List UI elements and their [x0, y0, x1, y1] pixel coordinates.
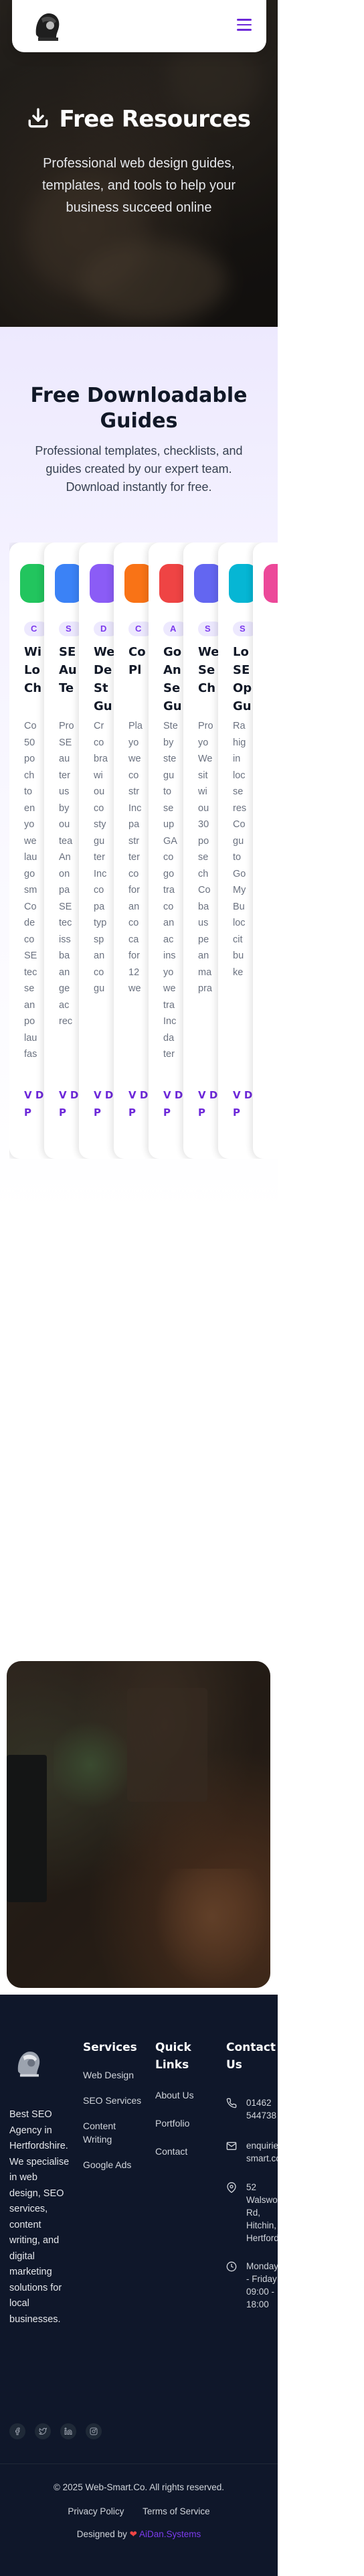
window-shape	[127, 1688, 207, 1802]
footer-link-contact[interactable]: Contact	[155, 2145, 209, 2158]
desk-shape	[154, 1869, 270, 1988]
clock-icon	[226, 2261, 237, 2272]
hamburger-menu-icon[interactable]	[237, 19, 252, 31]
footer-email-text: enquiries@web-smart.co	[246, 2141, 278, 2163]
site-header	[12, 0, 266, 52]
footer-contact-email[interactable]: enquiries@web-smart.co	[226, 2139, 278, 2167]
footer-link-seo-services[interactable]: SEO Services	[83, 2094, 145, 2107]
hero-title: Free Resources	[59, 106, 251, 133]
guide-card[interactable]	[253, 543, 278, 1159]
footer-address-text: 52 Walsworth Rd, Hitchin, Hertfordshire …	[246, 2182, 278, 2246]
guide-card-title: SE Au Te	[59, 645, 77, 695]
guide-card-download-link[interactable]: V D P	[198, 1086, 218, 1121]
guide-card-description: Pro SE au ter us by ou tea An on pa SE t…	[59, 721, 74, 1027]
privacy-policy-link[interactable]: Privacy Policy	[68, 2506, 124, 2516]
guide-card-title: Go An Se Gu	[163, 645, 182, 713]
footer-link-portfolio[interactable]: Portfolio	[155, 2117, 209, 2130]
footer-socials	[9, 2423, 102, 2439]
footer-designed-by: Designed by ❤ AiDan.Systems	[0, 2529, 278, 2540]
guide-card-icon-tile	[264, 564, 278, 603]
footer-link-about[interactable]: About Us	[155, 2088, 209, 2102]
guide-card-title: Wi Lo Ch	[24, 645, 42, 695]
download-icon	[27, 106, 50, 132]
guides-title: Free Downloadable Guides	[30, 384, 248, 433]
footer-contact-address: 52 Walsworth Rd, Hitchin, Hertfordshire …	[226, 2181, 278, 2248]
guide-card-title: We De St Gu	[94, 645, 115, 713]
facebook-icon[interactable]	[9, 2423, 25, 2439]
footer-hours-text: Monday - Friday 09:00 - 18:00	[246, 2261, 278, 2309]
heart-icon: ❤	[129, 2529, 137, 2539]
footer-quick-title: Quick Links	[155, 2041, 191, 2072]
guide-card-download-link[interactable]: V D P	[233, 1086, 253, 1121]
footer-contact-hours: Monday - Friday 09:00 - 18:00	[226, 2260, 278, 2313]
guide-card-title: We Se Ch	[198, 645, 219, 695]
linkedin-icon[interactable]	[60, 2423, 76, 2439]
monitor-shape	[7, 1755, 47, 1902]
guide-card-title: Lo SE Op Gu	[233, 645, 252, 713]
guide-card-download-link[interactable]: V D P	[94, 1086, 114, 1121]
guide-card-description: Ste by ste gu to se up GA co go tra co a…	[163, 721, 178, 1060]
guide-card-download-link[interactable]: V D P	[163, 1086, 183, 1121]
plant-shape	[54, 1715, 127, 1815]
instagram-icon[interactable]	[86, 2423, 102, 2439]
footer-legal: Privacy Policy Terms of Service	[0, 2506, 278, 2516]
footer-phone-text: 01462 544738	[246, 2098, 277, 2121]
footer-services-title: Services	[83, 2041, 137, 2054]
guide-card-description: Pro yo We sit wi ou 30 po se ch Co ba us…	[198, 721, 213, 994]
footer-logo[interactable]	[9, 2043, 48, 2082]
guide-card-download-link[interactable]: V D P	[59, 1086, 79, 1121]
site-footer: Best SEO Agency in Hertfordshire. We spe…	[0, 1995, 278, 2576]
footer-link-web-design[interactable]: Web Design	[83, 2068, 145, 2082]
terms-of-service-link[interactable]: Terms of Service	[143, 2506, 210, 2516]
guide-card-title: Co Pl	[128, 645, 146, 677]
site-logo[interactable]	[27, 4, 68, 46]
hero-content: Free Resources Professional web design g…	[0, 106, 278, 219]
footer-contact-phone[interactable]: 01462 544738	[226, 2096, 278, 2126]
footer-contact-title: Contact Us	[226, 2041, 276, 2072]
footer-about: Best SEO Agency in Hertfordshire. We spe…	[9, 2109, 70, 2325]
hero-bg-shape	[80, 241, 227, 321]
footer-copyright: © 2025 Web-Smart.Co. All rights reserved…	[53, 2482, 225, 2492]
footer-services: Services Web Design SEO Services Content…	[83, 2039, 145, 2171]
guide-card-download-link[interactable]: V D P	[128, 1086, 149, 1121]
guide-card-description: Co 50 po ch to en yo we lau go sm Co de …	[24, 721, 37, 1060]
designed-by-prefix: Designed by	[76, 2529, 127, 2539]
phone-icon	[226, 2098, 237, 2108]
designer-link[interactable]: AiDan.Systems	[139, 2529, 201, 2539]
footer-quick-links: Quick Links About Us Portfolio Contact	[155, 2039, 209, 2158]
twitter-icon[interactable]	[35, 2423, 51, 2439]
footer-contact: Contact Us 01462 544738 enquiries@web-sm…	[226, 2039, 278, 2320]
map-pin-icon	[226, 2182, 237, 2194]
hero-subtitle: Professional web design guides, template…	[41, 156, 236, 215]
guide-card-description: Pla yo we co str Inc pa str ter co for a…	[128, 721, 143, 994]
guides-carousel[interactable]: C Wi Lo Ch Co 50 po ch to en yo we lau go …	[9, 543, 278, 1159]
mail-icon	[226, 2141, 237, 2151]
footer-divider	[0, 2463, 278, 2464]
footer-link-content-writing[interactable]: Content Writing	[83, 2119, 145, 2146]
guide-card-download-link[interactable]: V D P	[24, 1086, 44, 1121]
office-photo	[7, 1661, 270, 1988]
guide-card-description: Ra hig in loc se res Co gu to Go My Bu l…	[233, 721, 247, 978]
guides-section: Free Downloadable Guides Professional te…	[0, 327, 278, 1218]
guide-card-description: Cr co bra wi ou co sty gu ter Inc co pa …	[94, 721, 108, 994]
footer-link-google-ads[interactable]: Google Ads	[83, 2158, 145, 2171]
guides-subtitle: Professional templates, checklists, and …	[35, 444, 243, 494]
